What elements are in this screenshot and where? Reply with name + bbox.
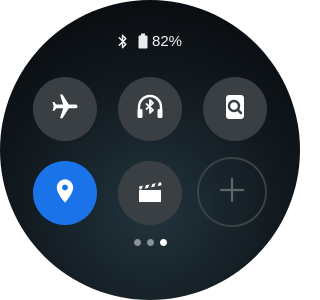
find-phone-icon (220, 92, 250, 127)
battery-icon (138, 33, 148, 49)
bluetooth-headphones-icon (134, 91, 166, 128)
page-indicator (0, 239, 300, 246)
bluetooth-icon (118, 34, 128, 49)
add-tile-button[interactable] (197, 157, 267, 227)
theater-mode-button[interactable] (118, 161, 182, 225)
find-phone-button[interactable] (203, 77, 267, 141)
airplane-mode-button[interactable] (33, 77, 97, 141)
status-bar: 82% (0, 31, 300, 51)
bluetooth-audio-button[interactable] (118, 77, 182, 141)
location-icon (51, 176, 79, 211)
add-icon (219, 177, 245, 208)
page-dot-current (159, 239, 167, 246)
battery-percentage: 82% (151, 32, 183, 50)
watch-face: 82% (0, 0, 300, 300)
page-dot (133, 239, 141, 246)
airplane-icon (50, 92, 80, 127)
theater-mode-icon (135, 176, 165, 211)
page-dot (146, 239, 154, 246)
location-button[interactable] (33, 161, 97, 225)
